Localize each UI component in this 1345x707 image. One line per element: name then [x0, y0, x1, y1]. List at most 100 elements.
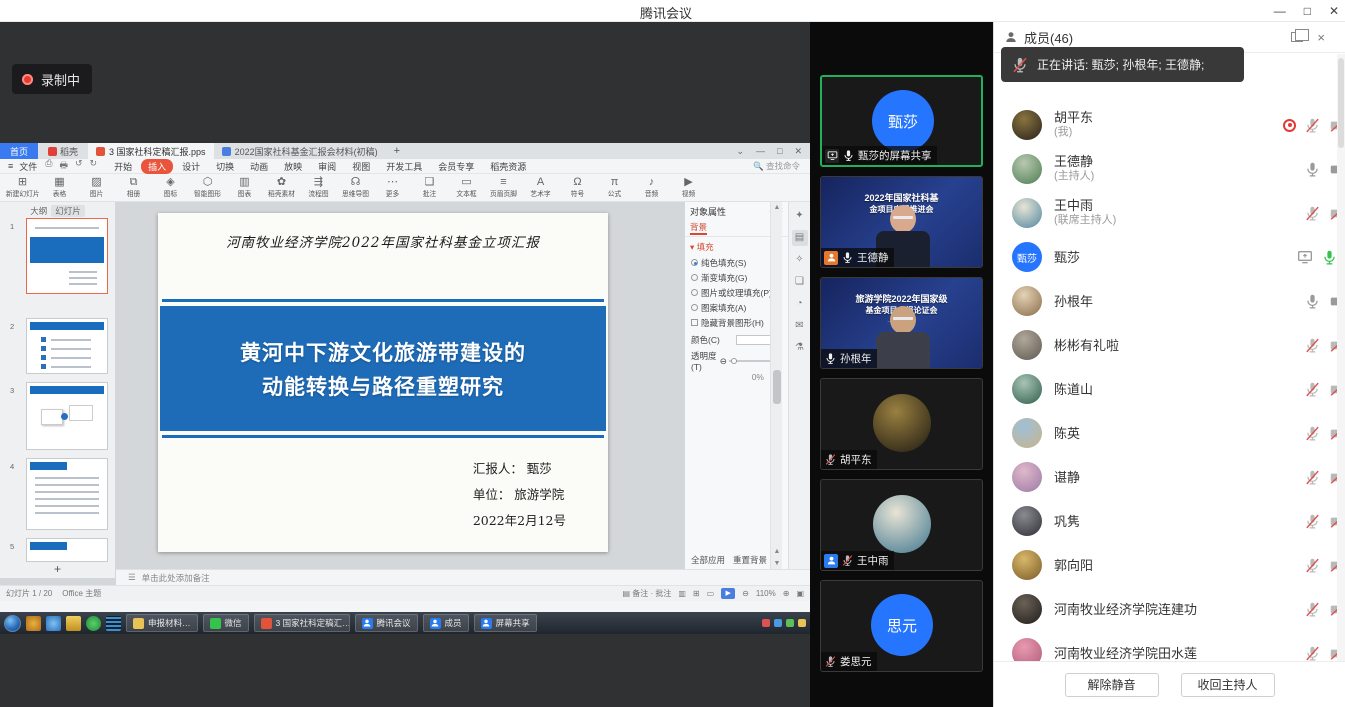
slide-thumbnail-3[interactable] [26, 382, 108, 450]
mic-status-icon[interactable] [1321, 249, 1338, 266]
transparency-minus[interactable]: ⊖ [720, 356, 727, 367]
current-slide[interactable]: 河南牧业经济学院2022年国家社科基金立项汇报 黄河中下游文化旅游带建设的 动能… [158, 213, 608, 552]
notes-bar[interactable]: ☰ 单击此处添加备注 [116, 569, 810, 585]
notes-toggle-icon[interactable]: ☰ [128, 572, 136, 583]
mic-status-icon[interactable] [1304, 601, 1321, 618]
search-command[interactable]: 🔍 查找命令 [753, 160, 810, 172]
taskbar-search-icon[interactable] [46, 616, 61, 631]
comment-icon[interactable]: ❏ [792, 274, 808, 290]
effects-icon[interactable]: ✦ [792, 208, 808, 224]
fit-screen-icon[interactable]: ▣ [796, 589, 804, 598]
mic-status-icon[interactable] [1304, 425, 1321, 442]
menu-tab-动画[interactable]: 动画 [243, 159, 275, 174]
mic-status-icon[interactable] [1304, 469, 1321, 486]
view-normal-icon[interactable]: ▥ [678, 589, 686, 598]
mic-status-icon[interactable] [1304, 117, 1321, 134]
quick-access-toolbar[interactable]: ⎙🖶↺↻ [45, 158, 107, 174]
tool-视频[interactable]: ▶视频 [670, 176, 707, 199]
tool-批注[interactable]: ❏批注 [411, 176, 448, 199]
video-tile-王中雨[interactable]: 王中雨 [820, 479, 983, 571]
new-slide-button[interactable]: + [0, 562, 116, 578]
video-tile-甄莎的屏幕共享[interactable]: 甄莎甄莎的屏幕共享 [820, 75, 983, 167]
member-row-河南牧业经济学院连建功[interactable]: 河南牧业经济学院连建功 [994, 587, 1338, 631]
notes-button[interactable]: ▤ 备注 · 批注 [622, 588, 671, 599]
menu-tab-审阅[interactable]: 审阅 [311, 159, 343, 174]
taskbar-button-腾讯会议[interactable]: 腾讯会议 [355, 614, 418, 632]
menu-tab-会员专享[interactable]: 会员专享 [431, 159, 481, 174]
tool-图标[interactable]: ◈图标 [152, 176, 189, 199]
mic-status-icon[interactable] [1304, 557, 1321, 574]
popout-panel-icon[interactable] [1291, 32, 1303, 42]
apply-all-button[interactable]: 全部应用 [691, 554, 725, 566]
new-document-tab-button[interactable]: + [384, 145, 410, 157]
tool-表格[interactable]: ▦表格 [41, 176, 78, 199]
transparency-slider[interactable] [729, 360, 773, 362]
taskbar-button-3 国家社科定稿汇…[interactable]: 3 国家社科定稿汇… [254, 614, 350, 632]
canvas-scrollbar[interactable]: ▲ ▲ ▼ [770, 202, 782, 569]
folder-icon[interactable] [66, 616, 81, 631]
slideshow-play-button[interactable]: ▶ [721, 588, 735, 599]
mic-status-icon[interactable] [1304, 337, 1321, 354]
zoom-in-button[interactable]: ⊕ [783, 589, 790, 598]
menu-tab-稻壳资源[interactable]: 稻壳资源 [483, 159, 533, 174]
outline-tab[interactable]: 大纲 [30, 205, 47, 217]
reclaim-host-button[interactable]: 收回主持人 [1181, 673, 1275, 697]
slides-tab[interactable]: 幻灯片 [51, 205, 85, 217]
file-menu[interactable]: ≡文件 [0, 160, 45, 173]
maximize-button[interactable]: □ [1304, 4, 1311, 18]
background-tab[interactable]: 背景 [690, 222, 707, 235]
taskbar-button-微信[interactable]: 微信 [203, 614, 249, 632]
tool-稻壳素材[interactable]: ✿稻壳素材 [263, 176, 300, 199]
mic-status-icon[interactable] [1304, 513, 1321, 530]
member-row-王中雨[interactable]: 王中雨(联席主持人) [994, 191, 1338, 235]
mic-status-icon[interactable] [1304, 293, 1321, 310]
mic-status-icon[interactable] [1304, 205, 1321, 222]
zoom-out-button[interactable]: ⊖ [742, 589, 749, 598]
tool-相册[interactable]: ⧉相册 [115, 176, 152, 199]
close-panel-icon[interactable]: × [1317, 30, 1325, 45]
menu-tab-开始[interactable]: 开始 [107, 159, 139, 174]
tool-智能图形[interactable]: ⬡智能图形 [189, 176, 226, 199]
document-tab[interactable]: 2022国家社科基金汇报会材料(初稿) [214, 143, 384, 159]
animation-icon[interactable]: ✧ [792, 252, 808, 268]
member-row-王德静[interactable]: 王德静(主持人) [994, 147, 1338, 191]
history-icon[interactable]: ◔ [792, 296, 808, 312]
tool-图片[interactable]: ▨图片 [78, 176, 115, 199]
slide-thumbnail-1[interactable] [26, 218, 108, 294]
member-row-陈道山[interactable]: 陈道山 [994, 367, 1338, 411]
wps-docer-tab[interactable]: 稻壳 [38, 145, 88, 158]
slide-thumbnail-5[interactable] [26, 538, 108, 562]
video-tile-胡平东[interactable]: 胡平东 [820, 378, 983, 470]
tool-新建幻灯片[interactable]: ⊞新建幻灯片 [4, 176, 41, 199]
member-row-孙根年[interactable]: 孙根年 [994, 279, 1338, 323]
member-row-郭向阳[interactable]: 郭向阳 [994, 543, 1338, 587]
view-read-icon[interactable]: ▭ [707, 589, 715, 598]
view-sorter-icon[interactable]: ⊞ [693, 589, 700, 598]
app-icon[interactable] [106, 616, 121, 631]
taskbar-icon[interactable] [26, 616, 41, 631]
close-button[interactable]: ✕ [1329, 4, 1339, 18]
video-tile-王德静[interactable]: 2022年国家社科基 金项目申报推进会 王德静 [820, 176, 983, 268]
menu-tab-插入[interactable]: 插入 [141, 159, 173, 174]
slide-thumbnail-4[interactable] [26, 458, 108, 530]
start-button[interactable] [4, 615, 21, 632]
mic-status-icon[interactable] [1304, 161, 1321, 178]
menu-tab-切换[interactable]: 切换 [209, 159, 241, 174]
member-list-scrollbar[interactable] [1337, 54, 1345, 700]
wps-home-tab[interactable]: 首页 [0, 143, 38, 159]
tool-思维导图[interactable]: ☊思维导图 [337, 176, 374, 199]
reset-background-button[interactable]: 重置背景 [733, 554, 767, 566]
tool-符号[interactable]: Ω符号 [559, 176, 596, 199]
member-row-陈英[interactable]: 陈英 [994, 411, 1338, 455]
minimize-button[interactable]: — [1274, 4, 1286, 18]
wps-window-controls[interactable]: ⌄—□✕ [736, 146, 810, 157]
unmute-all-button[interactable]: 解除静音 [1065, 673, 1159, 697]
taskbar-button-成员[interactable]: 成员 [423, 614, 469, 632]
mic-status-icon[interactable] [1304, 381, 1321, 398]
mail-icon[interactable]: ✉ [792, 318, 808, 334]
video-tile-娄思元[interactable]: 思元娄思元 [820, 580, 983, 672]
properties-icon[interactable]: ▤ [792, 230, 808, 246]
tool-页眉页脚[interactable]: ≡页眉页脚 [485, 176, 522, 199]
mic-status-icon[interactable] [1304, 645, 1321, 662]
tool-图表[interactable]: ▥图表 [226, 176, 263, 199]
